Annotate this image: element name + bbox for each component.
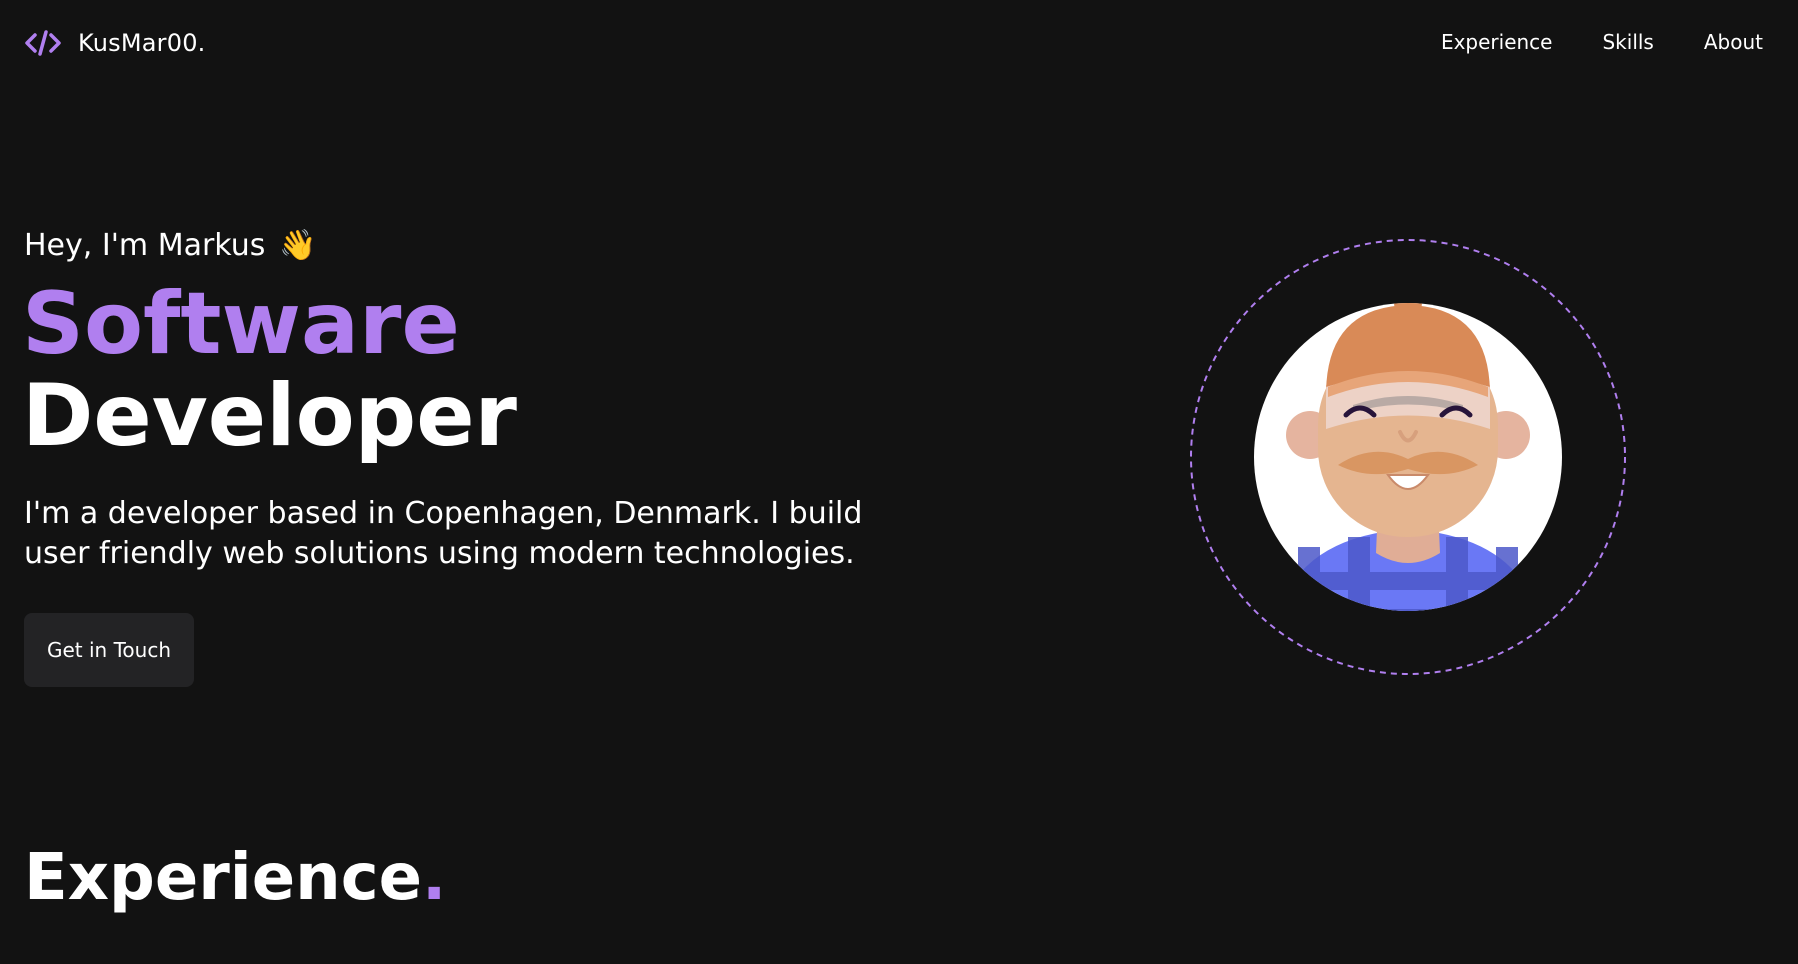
brand-name: KusMar00.: [78, 29, 206, 57]
hero-intro-line-1: I'm a developer based in Copenhagen, Den…: [24, 496, 863, 531]
waving-hand-icon: 👋: [279, 228, 317, 263]
hero-intro: I'm a developer based in Copenhagen, Den…: [24, 494, 904, 574]
hero-title-accent: Software: [22, 274, 460, 374]
greeting-text: Hey, I'm Markus: [24, 228, 266, 263]
hero-greeting: Hey, I'm Markus 👋: [24, 228, 317, 263]
cartoon-avatar-icon: [1190, 239, 1626, 675]
nav-about[interactable]: About: [1704, 30, 1763, 54]
hero-title-main: Developer: [22, 366, 517, 466]
nav-experience[interactable]: Experience: [1441, 30, 1553, 54]
experience-section-title: Experience.: [24, 838, 446, 918]
experience-title-dot: .: [422, 841, 447, 915]
code-brackets-icon: [24, 24, 62, 62]
hero-intro-line-2: user friendly web solutions using modern…: [24, 536, 855, 571]
brand-link[interactable]: KusMar00.: [24, 24, 206, 62]
avatar: [1188, 237, 1628, 677]
page: KusMar00. Experience Skills About Hey, I…: [0, 0, 1798, 964]
hero-title: Software Developer: [22, 278, 517, 462]
experience-title-text: Experience: [24, 841, 423, 915]
main-nav: Experience Skills About: [1441, 30, 1763, 54]
get-in-touch-button[interactable]: Get in Touch: [24, 613, 194, 687]
nav-skills[interactable]: Skills: [1602, 30, 1653, 54]
